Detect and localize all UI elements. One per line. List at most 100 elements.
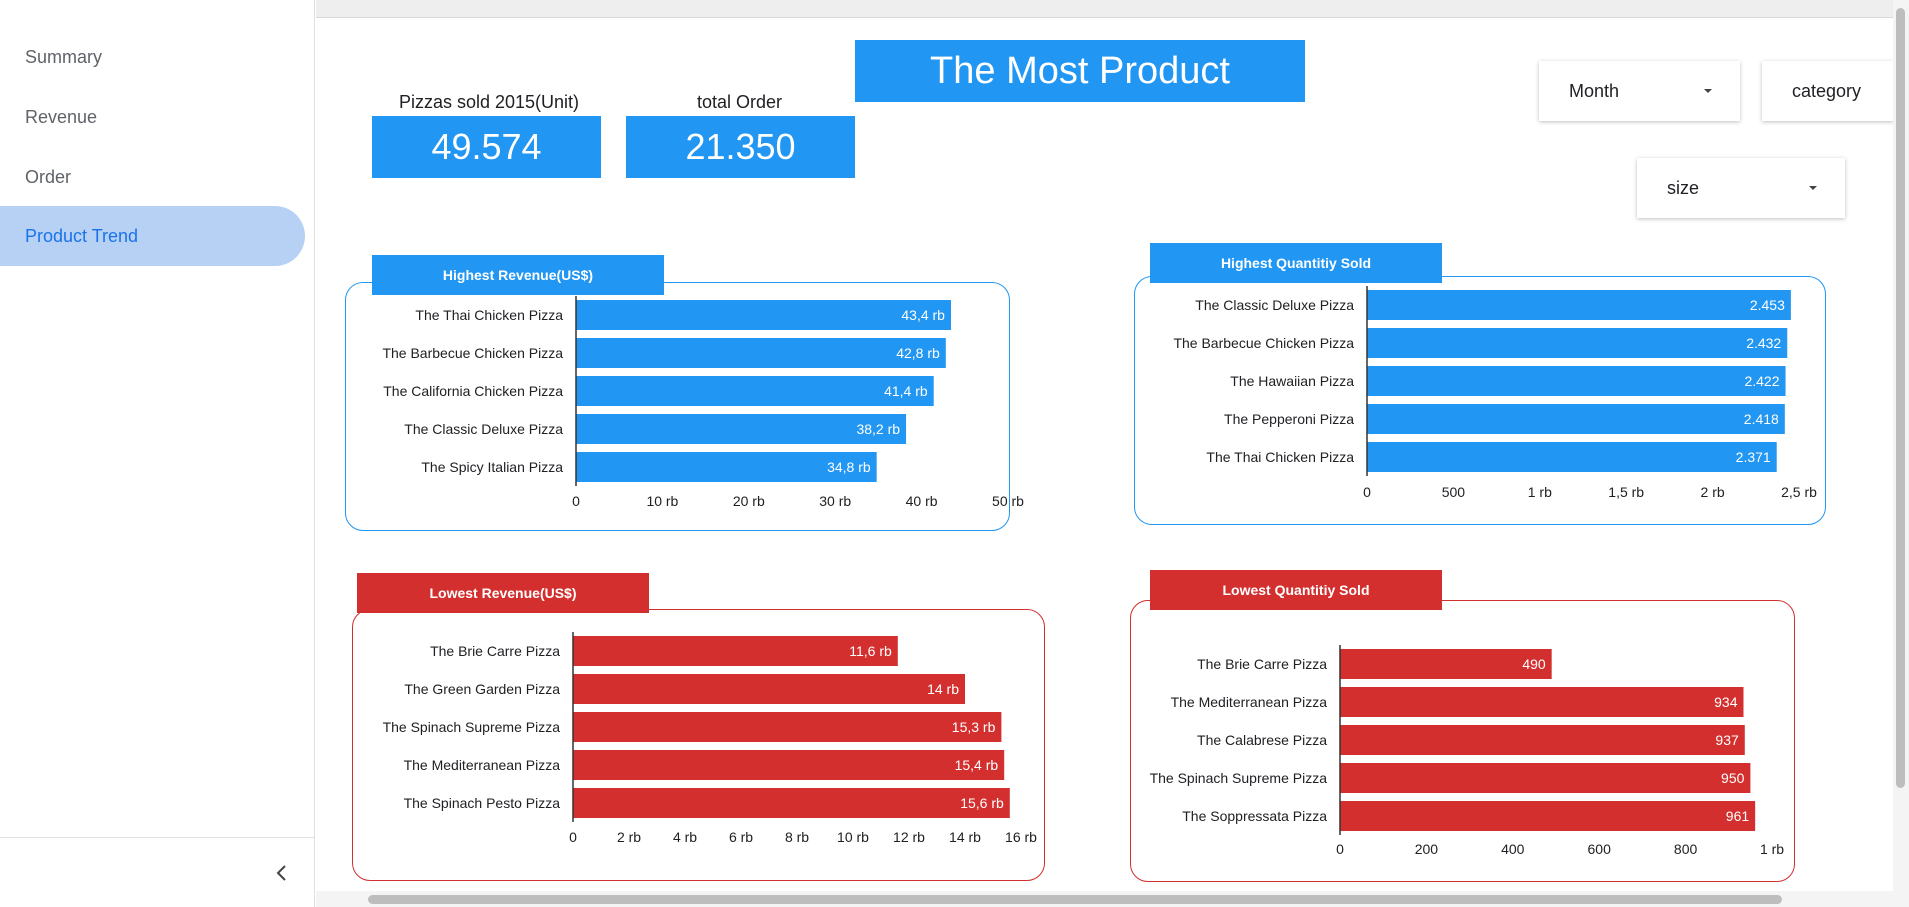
sidebar-item-revenue[interactable]: Revenue: [0, 87, 305, 147]
category-label: The Brie Carre Pizza: [430, 643, 560, 659]
tick-label: 1 rb: [1528, 484, 1552, 500]
bar: [573, 788, 1010, 818]
value-label: 2.418: [1744, 411, 1779, 427]
value-label: 961: [1726, 808, 1750, 824]
category-label: The Brie Carre Pizza: [1197, 656, 1327, 672]
highest-quantity-chart: The Classic Deluxe Pizza 2.453 The Barbecu…: [1173, 286, 1817, 500]
lowest-quantity-chart: The Brie Carre Pizza 490 The Mediterranean…: [1150, 645, 1784, 857]
category-label: The Green Garden Pizza: [404, 681, 560, 697]
category-label: The Pepperoni Pizza: [1224, 411, 1354, 427]
sidebar: Summary Revenue Order Product Trend: [0, 0, 315, 907]
sidebar-item-summary[interactable]: Summary: [0, 27, 305, 87]
value-label: 38,2 rb: [856, 421, 900, 437]
vertical-scrollbar[interactable]: [1893, 0, 1909, 907]
month-filter-label: Month: [1569, 81, 1620, 101]
tick-label: 14 rb: [949, 829, 981, 845]
category-label: The Spinach Supreme Pizza: [383, 719, 561, 735]
tick-label: 10 rb: [646, 493, 678, 509]
category-label: The Thai Chicken Pizza: [415, 307, 563, 323]
lowest-revenue-title: Lowest Revenue(US$): [357, 573, 649, 613]
tick-label: 0: [1363, 484, 1371, 500]
category-label: The Barbecue Chicken Pizza: [1173, 335, 1354, 351]
value-label: 42,8 rb: [896, 345, 940, 361]
tick-label: 1 rb: [1760, 841, 1784, 857]
tick-label: 2,5 rb: [1781, 484, 1817, 500]
tick-label: 2 rb: [1701, 484, 1725, 500]
bar: [573, 750, 1005, 780]
caret-down-icon: [1704, 89, 1712, 93]
sidebar-item-order[interactable]: Order: [0, 147, 305, 207]
tick-label: 4 rb: [673, 829, 697, 845]
tick-label: 50 rb: [992, 493, 1024, 509]
tick-label: 0: [1336, 841, 1344, 857]
tick-label: 0: [569, 829, 577, 845]
bar: [573, 712, 1002, 742]
tick-label: 30 rb: [819, 493, 851, 509]
tick-label: 0: [572, 493, 580, 509]
value-label: 490: [1522, 656, 1546, 672]
kpi-total-order-label: total Order: [696, 92, 783, 112]
sidebar-item-product-trend[interactable]: Product Trend: [0, 206, 305, 266]
bar: [573, 674, 965, 704]
tick-label: 6 rb: [729, 829, 753, 845]
value-label: 11,6 rb: [849, 643, 892, 659]
value-label: 950: [1721, 770, 1745, 786]
category-label: The California Chicken Pizza: [383, 383, 563, 399]
horizontal-scroll-thumb[interactable]: [368, 895, 1782, 904]
sidebar-footer: [0, 837, 315, 907]
kpi-pizzas-sold-value: 49.574: [372, 116, 601, 178]
bar: [1340, 725, 1745, 755]
category-label: The Barbecue Chicken Pizza: [382, 345, 563, 361]
bar: [1340, 649, 1552, 679]
bar: [1367, 404, 1785, 434]
category-label: The Hawaiian Pizza: [1230, 373, 1354, 389]
tick-label: 12 rb: [893, 829, 925, 845]
tick-label: 20 rb: [733, 493, 765, 509]
horizontal-scrollbar[interactable]: [316, 891, 1893, 907]
tick-label: 2 rb: [617, 829, 641, 845]
bar: [1340, 763, 1751, 793]
month-filter-dropdown[interactable]: Month: [1539, 61, 1740, 121]
app-window: Summary Revenue Order Product Trend The …: [0, 0, 1909, 907]
caret-down-icon: [1809, 186, 1817, 190]
category-label: The Classic Deluxe Pizza: [404, 421, 563, 437]
kpi-total-order-value: 21.350: [626, 116, 855, 178]
value-label: 15,3 rb: [952, 719, 996, 735]
vertical-scroll-thumb[interactable]: [1896, 8, 1905, 788]
kpi-pizzas-sold-label: Pizzas sold 2015(Unit): [398, 92, 580, 112]
tick-label: 40 rb: [906, 493, 938, 509]
chevron-left-icon: [276, 865, 286, 881]
category-label: The Spinach Pesto Pizza: [404, 795, 561, 811]
value-label: 15,6 rb: [960, 795, 1004, 811]
tick-label: 500: [1442, 484, 1466, 500]
bar: [1367, 442, 1777, 472]
value-label: 2.432: [1746, 335, 1781, 351]
size-filter-dropdown[interactable]: size: [1637, 158, 1845, 218]
bar: [576, 376, 934, 406]
category-label: The Soppressata Pizza: [1182, 808, 1327, 824]
category-filter-dropdown[interactable]: category: [1762, 61, 1894, 121]
bar: [1340, 801, 1756, 831]
category-label: The Mediterranean Pizza: [1171, 694, 1328, 710]
page-title: The Most Product: [855, 40, 1305, 102]
category-label: The Thai Chicken Pizza: [1206, 449, 1354, 465]
category-label: The Mediterranean Pizza: [404, 757, 561, 773]
value-label: 41,4 rb: [884, 383, 928, 399]
value-label: 34,8 rb: [827, 459, 871, 475]
bar: [1367, 366, 1786, 396]
value-label: 937: [1715, 732, 1739, 748]
size-filter-label: size: [1667, 178, 1700, 198]
category-label: The Spicy Italian Pizza: [421, 459, 563, 475]
bar: [576, 338, 946, 368]
collapse-sidebar-button[interactable]: [268, 856, 296, 890]
bar: [1367, 328, 1788, 358]
tick-label: 200: [1415, 841, 1439, 857]
category-label: The Classic Deluxe Pizza: [1195, 297, 1354, 313]
bar: [1367, 290, 1791, 320]
category-label: The Calabrese Pizza: [1197, 732, 1327, 748]
value-label: 14 rb: [927, 681, 959, 697]
value-label: 2.371: [1736, 449, 1771, 465]
tick-label: 600: [1588, 841, 1612, 857]
highest-revenue-chart: The Thai Chicken Pizza 43,4 rb The Barbecu…: [382, 296, 1024, 509]
bar: [1340, 687, 1744, 717]
